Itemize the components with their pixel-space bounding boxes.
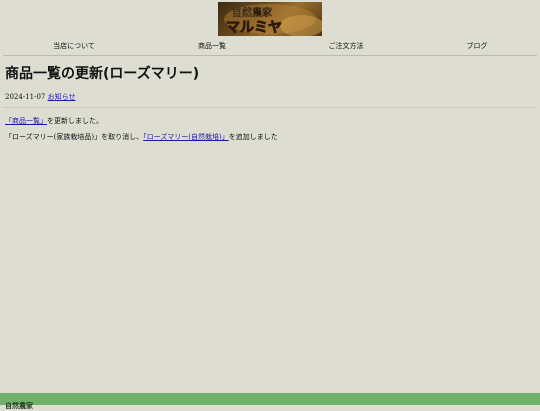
article-meta: 2024-11-07 お知らせ (5, 92, 75, 102)
article-divider (3, 107, 537, 108)
line1-text: を更新しました。 (47, 117, 103, 125)
footer-title: 自然農家 (5, 402, 33, 410)
logo-graphic: 自然農家 マルミヤ (224, 4, 322, 36)
article-title: 商品一覧の更新(ローズマリー) (5, 66, 200, 82)
main-nav: 当店について 商品一覧 ご注文方法 ブログ (0, 40, 540, 54)
line2-text-after: を追加しました (228, 133, 278, 141)
rosemary-natural-link[interactable]: 「ローズマリー(自然栽培)」 (143, 133, 229, 141)
article-line-2: 「ローズマリー(家族栽培品)」を取り消し、「ローズマリー(自然栽培)」を追加しま… (5, 132, 278, 142)
article-line-1: 「商品一覧」を更新しました。 (5, 116, 103, 126)
nav-item-products[interactable]: 商品一覧 (198, 40, 226, 52)
logo-line1: 自然農家 (232, 6, 272, 19)
line2-text-before: 「ローズマリー(家族栽培品)」を取り消し、 (5, 133, 144, 141)
nav-divider (3, 55, 537, 56)
nav-item-blog[interactable]: ブログ (467, 40, 488, 52)
nav-item-about[interactable]: 当店について (53, 40, 95, 52)
article-category-link[interactable]: お知らせ (48, 93, 76, 101)
site-logo[interactable]: 自然農家 マルミヤ (218, 2, 322, 36)
footer-bar: 自然農家 (0, 393, 540, 410)
nav-item-order[interactable]: ご注文方法 (329, 40, 364, 52)
product-list-link[interactable]: 「商品一覧」 (5, 117, 47, 125)
article-date: 2024-11-07 (5, 93, 46, 101)
logo-line2: マルミヤ (226, 20, 282, 36)
